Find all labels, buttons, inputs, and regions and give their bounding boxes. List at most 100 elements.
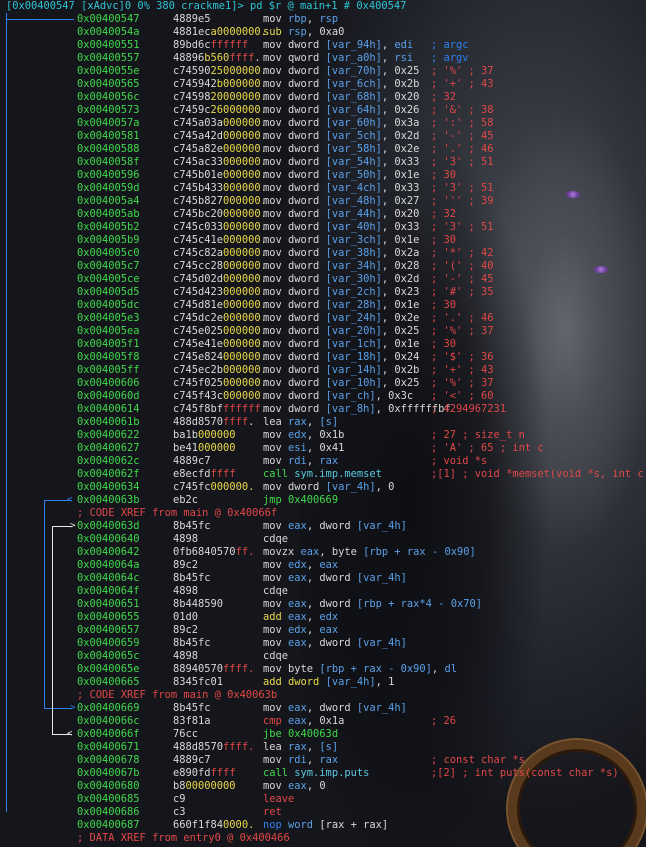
operand-token: sym.imp.memset bbox=[294, 468, 382, 480]
instruction-address[interactable]: 0x0040066c bbox=[77, 715, 140, 728]
instruction-address[interactable]: 0x004005f1 bbox=[77, 338, 140, 351]
instruction-address[interactable]: 0x004005a4 bbox=[77, 195, 140, 208]
instruction-address[interactable]: 0x004005c0 bbox=[77, 247, 140, 260]
instruction-address[interactable]: 0x004005c7 bbox=[77, 260, 140, 273]
instruction-address[interactable]: 0x0040055e bbox=[77, 65, 140, 78]
opcode-byte-run: 4898 bbox=[173, 533, 199, 545]
opcode-byte-run: b8 bbox=[173, 780, 186, 792]
instruction-address[interactable]: 0x0040057a bbox=[77, 117, 140, 130]
instruction-address[interactable]: 0x00400622 bbox=[77, 429, 140, 442]
instruction-comment: ; '(' ; 40 bbox=[431, 260, 494, 272]
opcode-byte-run: 8345fc01 bbox=[173, 676, 224, 688]
instruction-address[interactable]: 0x004005ea bbox=[77, 325, 140, 338]
instruction-address[interactable]: 0x0040062c bbox=[77, 455, 140, 468]
instruction-address[interactable]: 0x00400651 bbox=[77, 598, 140, 611]
instruction-address[interactable]: 0x00400573 bbox=[77, 104, 140, 117]
instruction-address[interactable]: 0x00400627 bbox=[77, 442, 140, 455]
instruction-address[interactable]: 0x004005e3 bbox=[77, 312, 140, 325]
opcode-bytes: c745b433000000. bbox=[173, 182, 267, 195]
operand-token: [rbp + rax*4 - 0x70] bbox=[356, 598, 482, 610]
operand-token: [var_28h] bbox=[325, 299, 382, 311]
opcode-byte-run: c745dc2e bbox=[173, 312, 224, 324]
instruction-comment: ; 26 bbox=[431, 715, 457, 727]
instruction-address[interactable]: 0x00400606 bbox=[77, 377, 140, 390]
instruction-address[interactable]: 0x00400655 bbox=[77, 611, 140, 624]
loop-arrow-head: > bbox=[70, 521, 76, 531]
operand-token: eax bbox=[288, 715, 307, 727]
opcode-bytes: eb2c bbox=[173, 494, 198, 507]
instruction-address[interactable]: 0x00400685 bbox=[77, 793, 140, 806]
instruction-address[interactable]: 0x0040064c bbox=[77, 572, 140, 585]
operand-token: mov dword bbox=[263, 130, 326, 142]
instruction-address[interactable]: 0x0040063b bbox=[77, 494, 140, 507]
instruction-address[interactable]: 0x00400665 bbox=[77, 676, 140, 689]
instruction-address[interactable]: 0x004005b2 bbox=[77, 221, 140, 234]
opcode-byte-run: c745b433 bbox=[173, 182, 224, 194]
instruction-address[interactable]: 0x0040063d bbox=[77, 520, 140, 533]
instruction-address[interactable]: 0x004005d5 bbox=[77, 286, 140, 299]
operand-token: , 0x25 bbox=[381, 325, 420, 337]
opcode-byte-run: 4889c7 bbox=[173, 754, 211, 766]
instruction-address[interactable]: 0x00400634 bbox=[77, 481, 140, 494]
instruction-address[interactable]: 0x0040067b bbox=[77, 767, 140, 780]
instruction-mnemonic: mov dword [var_48h], 0x27 bbox=[263, 195, 419, 208]
instruction-address[interactable]: 0x0040065e bbox=[77, 663, 140, 676]
opcode-byte-run: 000000. bbox=[223, 143, 267, 155]
instruction-comment: ; 32 bbox=[431, 91, 457, 103]
instruction-address[interactable]: 0x0040064a bbox=[77, 559, 140, 572]
opcode-bytes: c7459025000000. bbox=[173, 65, 267, 78]
instruction-address[interactable]: 0x0040066f bbox=[77, 728, 140, 741]
instruction-address[interactable]: 0x00400657 bbox=[77, 624, 140, 637]
terminal-window[interactable]: [0x00400547 [xAdvc]0 0% 380 crackme1]> p… bbox=[0, 0, 646, 847]
instruction-address[interactable]: 0x00400678 bbox=[77, 754, 140, 767]
opcode-byte-run: c9 bbox=[173, 793, 186, 805]
instruction-address[interactable]: 0x00400642 bbox=[77, 546, 140, 559]
instruction-address[interactable]: 0x00400581 bbox=[77, 130, 140, 143]
opcode-bytes: 4898 bbox=[173, 533, 198, 546]
instruction-address[interactable]: 0x00400614 bbox=[77, 403, 140, 416]
instruction-address[interactable]: 0x004005ff bbox=[77, 364, 140, 377]
opcode-byte-run: ff. bbox=[235, 546, 255, 558]
instruction-address[interactable]: 0x0040058f bbox=[77, 156, 140, 169]
instruction-address[interactable]: 0x00400588 bbox=[77, 143, 140, 156]
instruction-address[interactable]: 0x0040062f bbox=[77, 468, 140, 481]
instruction-address[interactable]: 0x00400557 bbox=[77, 52, 140, 65]
opcode-bytes: 4898 bbox=[173, 650, 198, 663]
instruction-comment: ; 4294967231 bbox=[431, 403, 507, 415]
instruction-address[interactable]: 0x00400551 bbox=[77, 39, 140, 52]
instruction-address[interactable]: 0x00400680 bbox=[77, 780, 140, 793]
instruction-address[interactable]: 0x00400565 bbox=[77, 78, 140, 91]
instruction-address[interactable]: 0x00400687 bbox=[77, 819, 140, 832]
instruction-address[interactable]: 0x0040060d bbox=[77, 390, 140, 403]
instruction-address[interactable]: 0x004005f8 bbox=[77, 351, 140, 364]
instruction-address[interactable]: 0x0040056c bbox=[77, 91, 140, 104]
instruction-address[interactable]: 0x004005dc bbox=[77, 299, 140, 312]
jmp-arrow-head: < bbox=[67, 495, 73, 505]
opcode-bytes: 0fb6840570ff. bbox=[173, 546, 254, 559]
instruction-address[interactable]: 0x004005ab bbox=[77, 208, 140, 221]
instruction-address[interactable]: 0x00400596 bbox=[77, 169, 140, 182]
instruction-address[interactable]: 0x00400669 bbox=[77, 702, 140, 715]
instruction-address[interactable]: 0x0040064f bbox=[77, 585, 140, 598]
instruction-address[interactable]: 0x0040065c bbox=[77, 650, 140, 663]
operand-token: rsi bbox=[394, 52, 414, 64]
instruction-address[interactable]: 0x00400659 bbox=[77, 637, 140, 650]
instruction-mnemonic: ret bbox=[263, 806, 282, 819]
instruction-address[interactable]: 0x00400547 bbox=[77, 13, 140, 26]
operand-token: [var_4ch] bbox=[325, 182, 382, 194]
instruction-address[interactable]: 0x00400686 bbox=[77, 806, 140, 819]
opcode-byte-run: 89c2 bbox=[173, 559, 199, 571]
instruction-address[interactable]: 0x00400640 bbox=[77, 533, 140, 546]
opcode-bytes: c745c41e000000. bbox=[173, 234, 267, 247]
instruction-address[interactable]: 0x004005b9 bbox=[77, 234, 140, 247]
instruction-address[interactable]: 0x00400671 bbox=[77, 741, 140, 754]
instruction-address[interactable]: 0x0040059d bbox=[77, 182, 140, 195]
instruction-mnemonic: add eax, edx bbox=[263, 611, 338, 624]
radare2-prompt[interactable]: [0x00400547 [xAdvc]0 0% 380 crackme1]> p… bbox=[6, 0, 406, 13]
instruction-comment: ; 30 bbox=[431, 299, 457, 311]
instruction-comment: ; '-' ; 45 bbox=[431, 130, 494, 142]
instruction-address[interactable]: 0x0040061b bbox=[77, 416, 140, 429]
opcode-bytes: 48896b560ffff. bbox=[173, 52, 261, 65]
instruction-address[interactable]: 0x0040054a bbox=[77, 26, 140, 39]
instruction-address[interactable]: 0x004005ce bbox=[77, 273, 140, 286]
